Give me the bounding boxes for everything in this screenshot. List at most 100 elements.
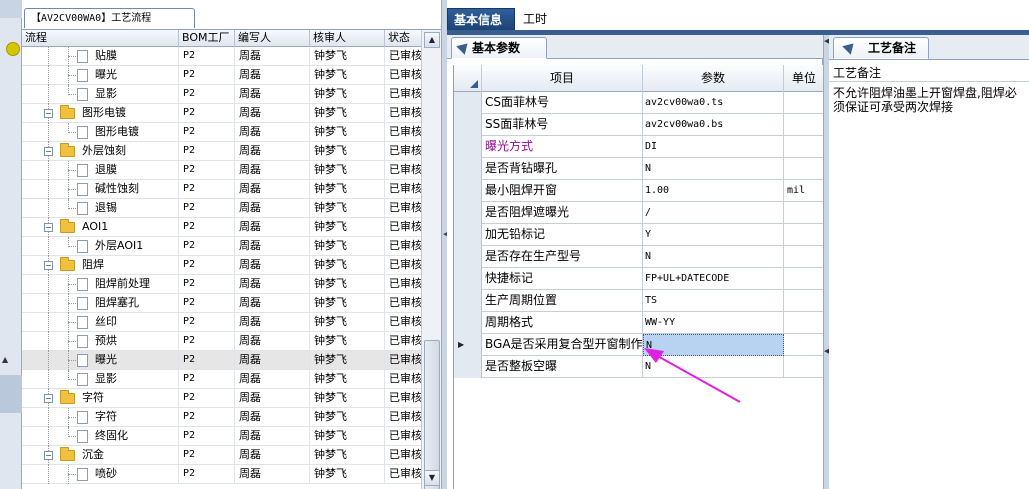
notes-text[interactable]: 不允许阻焊油墨上开窗焊盘,阻焊必须保证可承受两次焊接 (833, 86, 1027, 114)
param-row[interactable]: CS面菲林号 av2cv00wa0.ts (454, 92, 823, 114)
row-indicator[interactable] (454, 92, 482, 114)
row-indicator[interactable] (454, 356, 482, 378)
row-indicator[interactable] (454, 180, 482, 202)
column-header-writer[interactable]: 编写人 (235, 30, 310, 47)
tree-node[interactable]: 阻焊塞孔 (22, 294, 179, 313)
tree-row[interactable]: 曝光 P2 周磊 钟梦飞 已审核 (22, 66, 421, 85)
tree-node[interactable]: − 阻焊 (22, 256, 179, 275)
tree-row[interactable]: − 外层蚀刻 P2 周磊 钟梦飞 已审核 (22, 142, 421, 161)
param-row[interactable]: 是否整板空曝 N (454, 356, 823, 378)
process-flow-tab[interactable]: 【AV2CV00WA0】工艺流程 (24, 8, 195, 28)
tree-row[interactable]: 贴膜 P2 周磊 钟梦飞 已审核 (22, 47, 421, 66)
param-row[interactable]: 加无铅标记 Y (454, 224, 823, 246)
tree-row[interactable]: 外层AOI1 P2 周磊 钟梦飞 已审核 (22, 237, 421, 256)
column-header-value[interactable]: 参数 (643, 65, 784, 92)
row-indicator[interactable] (454, 158, 482, 180)
tree-node[interactable]: 退膜 (22, 161, 179, 180)
tree-node[interactable]: 字符 (22, 408, 179, 427)
tree-node[interactable]: 退锡 (22, 199, 179, 218)
param-value[interactable]: 1.00 (643, 180, 784, 202)
tree-row[interactable]: 曝光 P2 周磊 钟梦飞 已审核 (22, 351, 421, 370)
param-value[interactable]: av2cv00wa0.bs (643, 114, 784, 136)
tab-basic-info[interactable]: 基本信息 (447, 8, 515, 30)
tree-node[interactable]: 显影 (22, 85, 179, 104)
tree-row[interactable]: − 阻焊 P2 周磊 钟梦飞 已审核 (22, 256, 421, 275)
tree-node[interactable]: 外层AOI1 (22, 237, 179, 256)
row-indicator[interactable] (454, 114, 482, 136)
tree-node[interactable]: 显影 (22, 370, 179, 389)
tree-node[interactable]: 碱性蚀刻 (22, 180, 179, 199)
row-indicator[interactable] (454, 312, 482, 334)
row-indicator[interactable] (454, 290, 482, 312)
row-indicator-header[interactable] (454, 65, 482, 92)
row-indicator[interactable]: ▶ (454, 334, 482, 356)
tree-node[interactable]: 曝光 (22, 351, 179, 370)
row-indicator[interactable] (454, 246, 482, 268)
column-header-item[interactable]: 项目 (482, 65, 643, 92)
tree-node[interactable]: 图形电镀 (22, 123, 179, 142)
tree-node[interactable]: 预烘 (22, 332, 179, 351)
tree-row[interactable]: 喷砂 P2 周磊 钟梦飞 已审核 (22, 465, 421, 484)
param-row[interactable]: 快捷标记 FP+UL+DATECODE (454, 268, 823, 290)
tree-node[interactable]: − AOI1 (22, 218, 179, 237)
tree-row[interactable]: 显影 P2 周磊 钟梦飞 已审核 (22, 85, 421, 104)
column-header-flow[interactable]: 流程 (22, 30, 179, 47)
param-row[interactable]: SS面菲林号 av2cv00wa0.bs (454, 114, 823, 136)
tree-row[interactable]: − 沉金 P2 周磊 钟梦飞 已审核 (22, 446, 421, 465)
collapse-node-icon[interactable]: − (44, 223, 53, 232)
row-indicator[interactable] (454, 202, 482, 224)
tree-node[interactable]: 喷砂 (22, 465, 179, 484)
tree-row[interactable]: − AOI1 P2 周磊 钟梦飞 已审核 (22, 218, 421, 237)
tree-row[interactable]: − 图形电镀 P2 周磊 钟梦飞 已审核 (22, 104, 421, 123)
param-row[interactable]: 曝光方式 DI (454, 136, 823, 158)
collapse-arrow-icon[interactable]: ▲ (2, 355, 8, 364)
scroll-thumb[interactable] (424, 340, 440, 489)
tree-node[interactable]: 贴膜 (22, 47, 179, 66)
tab-basic-params[interactable]: 基本参数 (451, 37, 547, 59)
column-header-checker[interactable]: 核审人 (310, 30, 385, 47)
param-row[interactable]: 周期格式 WW-YY (454, 312, 823, 334)
param-value[interactable]: DI (643, 136, 784, 158)
param-value[interactable]: Y (643, 224, 784, 246)
scroll-up-button[interactable]: ▲ (424, 32, 440, 48)
tree-row[interactable]: 丝印 P2 周磊 钟梦飞 已审核 (22, 313, 421, 332)
tree-row[interactable]: 显影 P2 周磊 钟梦飞 已审核 (22, 370, 421, 389)
scroll-down-button[interactable]: ▼ (424, 470, 440, 486)
collapse-node-icon[interactable]: − (44, 147, 53, 156)
tree-row[interactable]: 字符 P2 周磊 钟梦飞 已审核 (22, 408, 421, 427)
column-header-status[interactable]: 状态 (385, 30, 421, 47)
param-value[interactable]: TS (643, 290, 784, 312)
tree-row[interactable]: 终固化 P2 周磊 钟梦飞 已审核 (22, 427, 421, 446)
notes-body[interactable]: 工艺备注 不允许阻焊油墨上开窗焊盘,阻焊必须保证可承受两次焊接 (829, 59, 1029, 489)
param-value[interactable]: WW-YY (643, 312, 784, 334)
param-row[interactable]: 是否阻焊遮曝光 / (454, 202, 823, 224)
tree-node[interactable]: 曝光 (22, 66, 179, 85)
row-indicator[interactable] (454, 268, 482, 290)
tree-row[interactable]: 退膜 P2 周磊 钟梦飞 已审核 (22, 161, 421, 180)
column-header-unit[interactable]: 单位 (784, 65, 823, 92)
tree-node[interactable]: 终固化 (22, 427, 179, 446)
param-value[interactable]: N (643, 246, 784, 268)
tree-node[interactable]: 阻焊前处理 (22, 275, 179, 294)
tree-node[interactable]: − 字符 (22, 389, 179, 408)
tree-row[interactable]: − 字符 P2 周磊 钟梦飞 已审核 (22, 389, 421, 408)
row-indicator[interactable] (454, 136, 482, 158)
tree-node[interactable]: − 沉金 (22, 446, 179, 465)
tree-row[interactable]: 图形电镀 P2 周磊 钟梦飞 已审核 (22, 123, 421, 142)
param-row[interactable]: 生产周期位置 TS (454, 290, 823, 312)
tree-row[interactable]: 阻焊前处理 P2 周磊 钟梦飞 已审核 (22, 275, 421, 294)
row-indicator[interactable] (454, 224, 482, 246)
collapse-node-icon[interactable]: − (44, 261, 53, 270)
tab-work-hours[interactable]: 工时 (517, 8, 559, 30)
tree-row[interactable]: 阻焊塞孔 P2 周磊 钟梦飞 已审核 (22, 294, 421, 313)
tree-node[interactable]: − 图形电镀 (22, 104, 179, 123)
param-value[interactable]: / (643, 202, 784, 224)
tree-node[interactable]: − 外层蚀刻 (22, 142, 179, 161)
tree-scrollbar[interactable]: ▲ ▼ (421, 30, 441, 489)
param-value[interactable]: av2cv00wa0.ts (643, 92, 784, 114)
param-row[interactable]: ▶ BGA是否采用复合型开窗制作 N (454, 334, 823, 356)
collapse-node-icon[interactable]: − (44, 109, 53, 118)
collapse-node-icon[interactable]: − (44, 394, 53, 403)
collapse-node-icon[interactable]: − (44, 451, 53, 460)
column-header-bom[interactable]: BOM工厂 (179, 30, 235, 47)
